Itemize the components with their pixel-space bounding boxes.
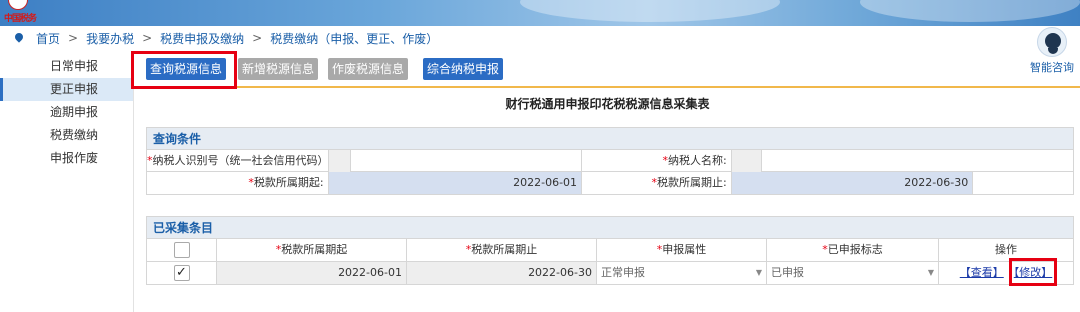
filing-attribute-value: 正常申报 [601, 266, 645, 279]
row-period-end: 2022-06-30 [407, 262, 597, 284]
breadcrumb-separator: > [142, 31, 153, 45]
banner-wave-decoration [520, 0, 780, 22]
add-source-button[interactable]: 新增税源信息 [238, 58, 318, 80]
emblem-icon [8, 0, 28, 10]
select-all-checkbox[interactable] [173, 242, 190, 258]
toolbar: 查询税源信息 新增税源信息 作废税源信息 综合纳税申报 [131, 51, 1080, 89]
collected-entries-panel: 已采集条目 *税款所属期起 *税款所属期止 *申报属性 *已申报标志 操作 ✓ … [146, 216, 1074, 286]
row-actions: 【查看】 【修改】 [939, 258, 1073, 286]
select-all-cell [147, 239, 217, 261]
combined-filing-button[interactable]: 综合纳税申报 [423, 58, 503, 80]
filed-status-select[interactable]: 已申报 ▼ [767, 262, 939, 284]
breadcrumb-home[interactable]: 首页 [36, 30, 60, 47]
highlight-box-edit [1009, 258, 1057, 286]
sidebar-item-daily-filing[interactable]: 日常申报 [0, 55, 133, 78]
query-conditions-heading: 查询条件 [147, 128, 1073, 150]
query-conditions-panel: 查询条件 *纳税人识别号（统一社会信用代码）: *纳税人名称: *税款所属期起:… [146, 127, 1074, 195]
void-source-button[interactable]: 作废税源信息 [328, 58, 408, 80]
form-title: 财行税通用申报印花税税源信息采集表 [505, 97, 710, 111]
taxpayer-id-field[interactable] [351, 150, 583, 172]
taxpayer-id-label: *纳税人识别号（统一社会信用代码）: [147, 150, 329, 172]
breadcrumb-separator: > [252, 31, 263, 45]
breadcrumb: 首页 > 我要办税 > 税费申报及缴纳 > 税费缴纳（申报、更正、作废） [0, 27, 1080, 49]
taxpayer-id-prefix [328, 150, 351, 172]
period-end-label: *税款所属期止: [582, 172, 732, 194]
sidebar-item-void-filing[interactable]: 申报作废 [0, 147, 133, 170]
breadcrumb-tax-filing[interactable]: 税费申报及缴纳 [160, 30, 244, 47]
location-pin-icon [14, 33, 24, 43]
taxpayer-name-field[interactable] [762, 150, 1073, 172]
row-checkbox[interactable]: ✓ [173, 265, 190, 281]
period-end-spacer [973, 172, 1073, 194]
breadcrumb-my-tax[interactable]: 我要办税 [86, 30, 134, 47]
sidebar-item-overdue-filing[interactable]: 逾期申报 [0, 101, 133, 124]
column-header-period-end: *税款所属期止 [407, 239, 597, 261]
filed-status-value: 已申报 [771, 266, 804, 279]
top-banner: 中国税务 [0, 0, 1080, 26]
logo-text: 中国税务 [4, 14, 37, 24]
breadcrumb-separator: > [68, 31, 79, 45]
view-link[interactable]: 【查看】 [960, 266, 1004, 279]
period-start-label: *税款所属期起: [147, 172, 329, 194]
breadcrumb-tax-payment[interactable]: 税费缴纳（申报、更正、作废） [270, 30, 438, 47]
column-header-filed-status: *已申报标志 [767, 239, 939, 261]
collected-entries-heading: 已采集条目 [147, 217, 1073, 239]
table-row: ✓ 2022-06-01 2022-06-30 正常申报 ▼ 已申报 ▼ 【查看】【… [147, 258, 1073, 286]
row-period-start: 2022-06-01 [217, 262, 407, 284]
period-start-field[interactable]: 2022-06-01 [328, 172, 583, 194]
row-select-cell: ✓ [147, 262, 217, 284]
tax-bureau-logo[interactable]: 中国税务 [4, 0, 38, 26]
taxpayer-name-label: *纳税人名称: [582, 150, 732, 172]
sidebar: 日常申报 更正申报 逾期申报 税费缴纳 申报作废 [0, 55, 134, 312]
chevron-down-icon: ▼ [755, 268, 762, 277]
column-header-period-start: *税款所属期起 [217, 239, 407, 261]
sidebar-item-tax-payment[interactable]: 税费缴纳 [0, 124, 133, 147]
query-row: *税款所属期起: 2022-06-01 *税款所属期止: 2022-06-30 [147, 172, 1073, 194]
sidebar-item-correction-filing[interactable]: 更正申报 [0, 78, 133, 101]
highlight-box-query [131, 51, 237, 89]
chevron-down-icon: ▼ [927, 268, 934, 277]
banner-wave-decoration [860, 0, 1080, 22]
taxpayer-name-prefix [731, 150, 762, 172]
period-end-field[interactable]: 2022-06-30 [731, 172, 974, 194]
table-header-row: *税款所属期起 *税款所属期止 *申报属性 *已申报标志 操作 [147, 239, 1073, 262]
filing-attribute-select[interactable]: 正常申报 ▼ [597, 262, 767, 284]
query-row: *纳税人识别号（统一社会信用代码）: *纳税人名称: [147, 150, 1073, 172]
column-header-filing-attribute: *申报属性 [597, 239, 767, 261]
